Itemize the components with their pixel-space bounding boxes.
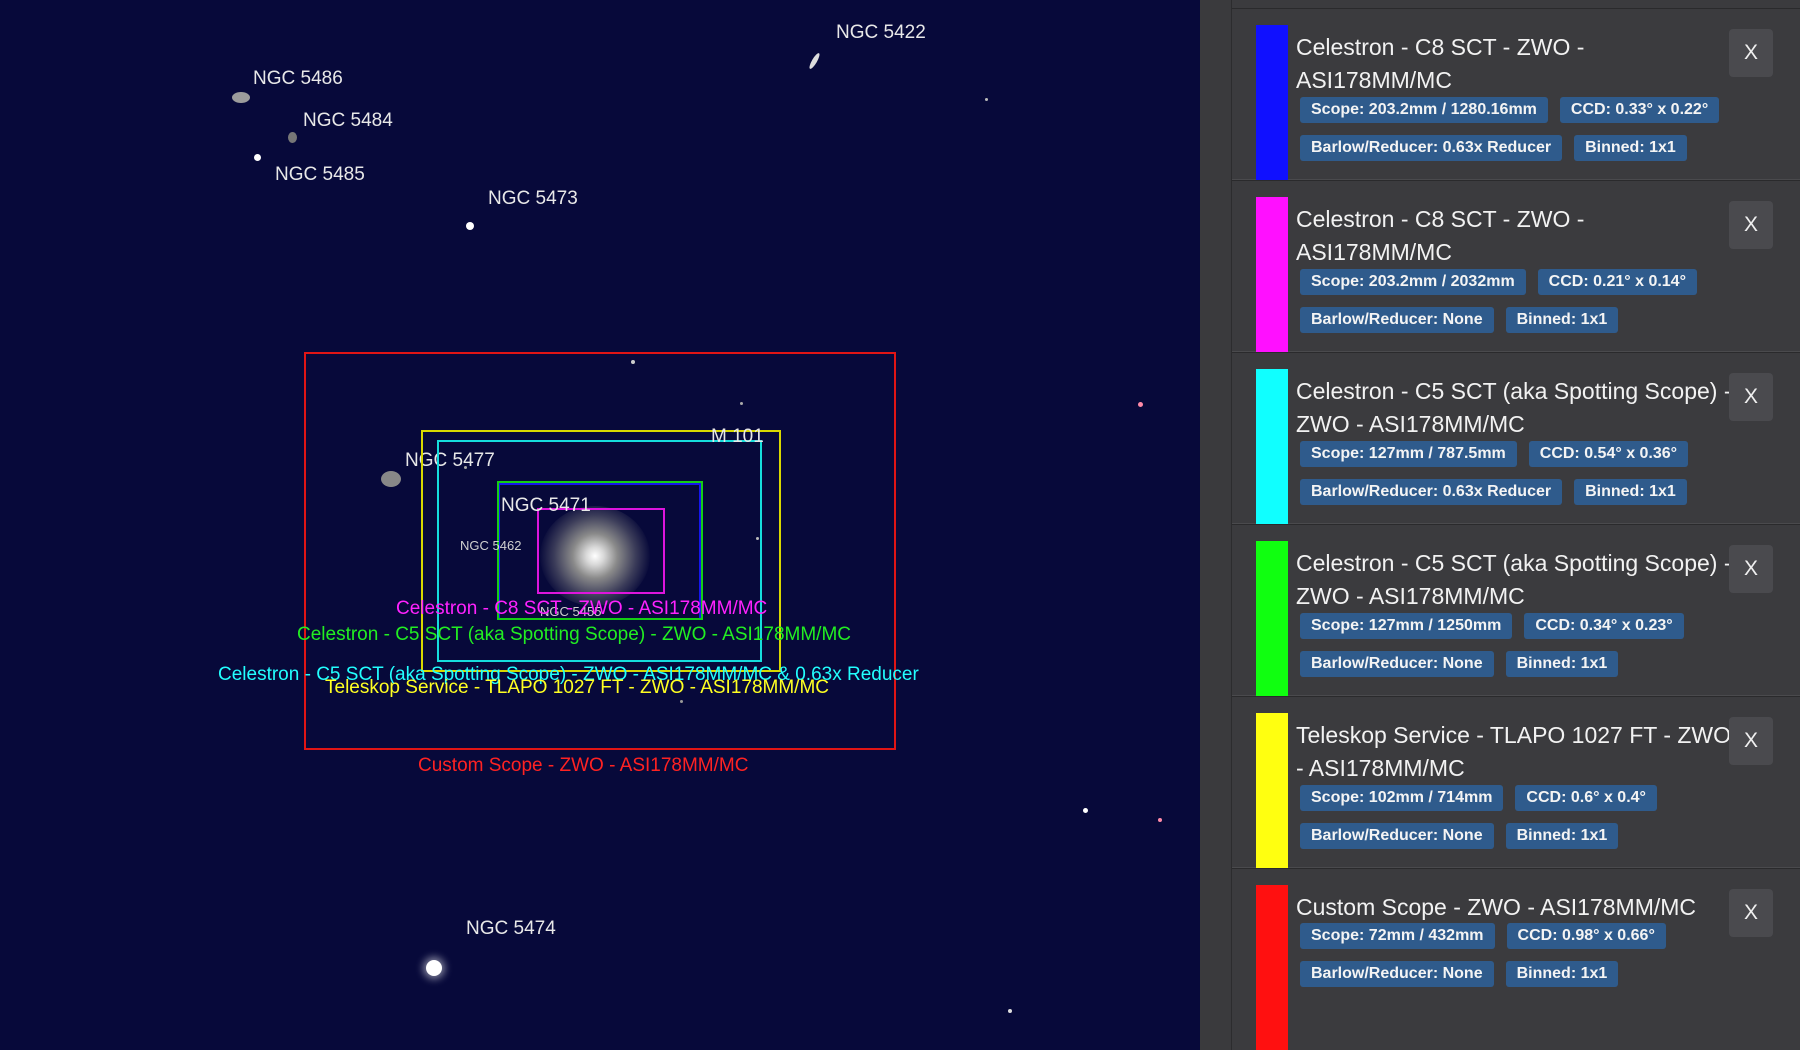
ccd-badge: CCD: 0.21° x 0.14° [1537,269,1697,295]
badge-row: Barlow/Reducer: None Binned: 1x1 [1300,823,1619,849]
barlow-badge: Barlow/Reducer: None [1300,961,1494,987]
remove-button[interactable]: X [1729,545,1773,593]
star [1008,1009,1012,1013]
galaxy-ngc5422 [807,51,822,71]
badge-row: Barlow/Reducer: None Binned: 1x1 [1300,651,1619,677]
label-ngc5462: NGC 5462 [460,538,522,553]
card-title: Teleskop Service - TLAPO 1027 FT - ZWO -… [1296,722,1732,781]
card-title: Celestron - C5 SCT (aka Spotting Scope) … [1296,378,1732,437]
barlow-badge: Barlow/Reducer: None [1300,651,1494,677]
color-swatch [1256,25,1288,180]
ccd-badge: CCD: 0.33° x 0.22° [1559,97,1720,123]
label-ngc5474: NGC 5474 [466,918,556,939]
equipment-panel: Celestron - C8 SCT - ZWO - ASI178MM/MC X… [1232,0,1800,1050]
label-ngc5484: NGC 5484 [303,110,393,131]
color-swatch [1256,885,1288,1050]
fov-c8-sct[interactable] [537,508,665,594]
galaxy-ngc5486 [232,92,250,103]
equipment-card: Celestron - C5 SCT (aka Spotting Scope) … [1232,524,1800,696]
card-title: Celestron - C8 SCT - ZWO - ASI178MM/MC [1296,34,1585,93]
badge-row: Barlow/Reducer: None Binned: 1x1 [1300,307,1619,333]
equipment-card: Celestron - C8 SCT - ZWO - ASI178MM/MC X… [1232,8,1800,180]
remove-button[interactable]: X [1729,29,1773,77]
binned-badge: Binned: 1x1 [1505,823,1619,849]
badge-row: Scope: 127mm / 787.5mm CCD: 0.54° x 0.36… [1300,441,1689,467]
card-title: Celestron - C8 SCT - ZWO - ASI178MM/MC [1296,206,1585,265]
color-swatch [1256,713,1288,868]
star [1138,402,1143,407]
scope-badge: Scope: 102mm / 714mm [1300,785,1504,811]
fov-label-teleskop-service: Teleskop Service - TLAPO 1027 FT - ZWO -… [325,677,830,698]
label-ngc5486: NGC 5486 [253,68,343,89]
scope-badge: Scope: 72mm / 432mm [1300,923,1495,949]
badge-row: Scope: 203.2mm / 1280.16mm CCD: 0.33° x … [1300,97,1720,123]
remove-button[interactable]: X [1729,373,1773,421]
remove-button[interactable]: X [1729,889,1773,937]
remove-button[interactable]: X [1729,201,1773,249]
barlow-badge: Barlow/Reducer: None [1300,307,1494,333]
ccd-badge: CCD: 0.34° x 0.23° [1524,613,1684,639]
equipment-card: Celestron - C8 SCT - ZWO - ASI178MM/MC X… [1232,180,1800,352]
barlow-badge: Barlow/Reducer: None [1300,823,1494,849]
binned-badge: Binned: 1x1 [1505,651,1619,677]
barlow-badge: Barlow/Reducer: 0.63x Reducer [1300,479,1563,505]
galaxy-ngc5485 [254,154,261,161]
sky-map[interactable]: NGC 5422 NGC 5486 NGC 5484 NGC 5485 NGC … [0,0,1200,1050]
barlow-badge: Barlow/Reducer: 0.63x Reducer [1300,135,1563,161]
label-ngc5422: NGC 5422 [836,22,926,43]
equipment-card: Celestron - C5 SCT (aka Spotting Scope) … [1232,352,1800,524]
binned-badge: Binned: 1x1 [1574,135,1687,161]
binned-badge: Binned: 1x1 [1574,479,1687,505]
card-title: Celestron - C5 SCT (aka Spotting Scope) … [1296,550,1732,609]
ccd-badge: CCD: 0.54° x 0.36° [1528,441,1689,467]
badge-row: Barlow/Reducer: None Binned: 1x1 [1300,961,1619,987]
scope-badge: Scope: 203.2mm / 2032mm [1300,269,1526,295]
star [1083,808,1088,813]
equipment-card: Custom Scope - ZWO - ASI178MM/MC X Scope… [1232,868,1800,1050]
badge-row: Scope: 102mm / 714mm CCD: 0.6° x 0.4° [1300,785,1657,811]
badge-row: Scope: 72mm / 432mm CCD: 0.98° x 0.66° [1300,923,1666,949]
badge-row: Barlow/Reducer: 0.63x Reducer Binned: 1x… [1300,479,1687,505]
label-ngc5471: NGC 5471 [501,495,591,516]
badge-row: Scope: 127mm / 1250mm CCD: 0.34° x 0.23° [1300,613,1684,639]
star [1158,818,1162,822]
fov-label-c5-sct: Celestron - C5 SCT (aka Spotting Scope) … [297,624,851,645]
badge-row: Barlow/Reducer: 0.63x Reducer Binned: 1x… [1300,135,1687,161]
ccd-badge: CCD: 0.6° x 0.4° [1515,785,1657,811]
scope-badge: Scope: 127mm / 1250mm [1300,613,1513,639]
color-swatch [1256,541,1288,696]
star [985,98,988,101]
binned-badge: Binned: 1x1 [1505,961,1619,987]
label-ngc5473: NGC 5473 [488,188,578,209]
fov-label-custom-scope: Custom Scope - ZWO - ASI178MM/MC [418,755,749,776]
color-swatch [1256,369,1288,524]
equipment-card: Teleskop Service - TLAPO 1027 FT - ZWO -… [1232,696,1800,868]
scope-badge: Scope: 203.2mm / 1280.16mm [1300,97,1548,123]
galaxy-ngc5473 [466,222,474,230]
badge-row: Scope: 203.2mm / 2032mm CCD: 0.21° x 0.1… [1300,269,1697,295]
galaxy-ngc5474 [426,960,442,976]
fov-label-c8-sct: Celestron - C8 SCT - ZWO - ASI178MM/MC [396,598,768,619]
label-m101: M 101 [711,426,764,447]
binned-badge: Binned: 1x1 [1505,307,1619,333]
card-title: Custom Scope - ZWO - ASI178MM/MC [1296,894,1697,920]
galaxy-ngc5484 [288,132,297,143]
panel-divider [1200,0,1232,1050]
remove-button[interactable]: X [1729,717,1773,765]
ccd-badge: CCD: 0.98° x 0.66° [1506,923,1666,949]
color-swatch [1256,197,1288,352]
label-ngc5485: NGC 5485 [275,164,365,185]
scope-badge: Scope: 127mm / 787.5mm [1300,441,1517,467]
